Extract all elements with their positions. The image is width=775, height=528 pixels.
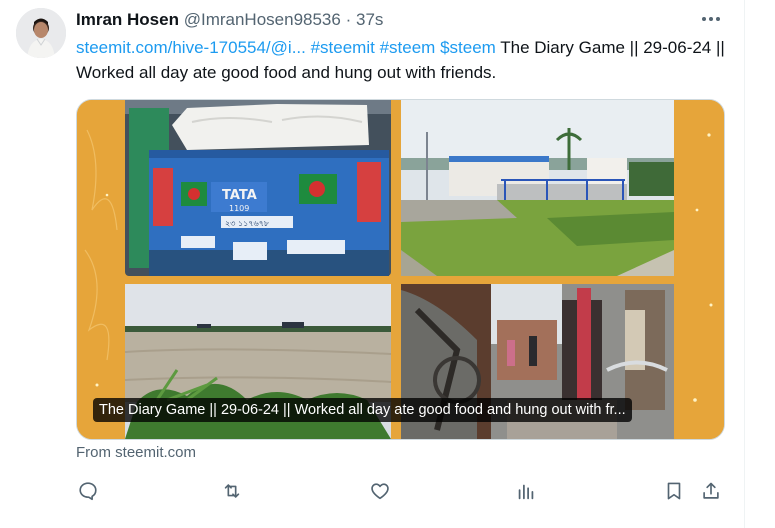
more-icon[interactable] [698,8,724,30]
tweet-link[interactable]: steemit.com/hive-170554/@i... [76,38,306,57]
retweet-icon[interactable] [221,480,245,504]
author-handle[interactable]: @ImranHosen98536 [184,10,341,29]
link-card[interactable]: TATA 1109 ২৩ ১১৭৬৭৮ The Diary Game || 29… [76,99,725,440]
share-icon[interactable] [700,480,724,504]
card-collage: TATA 1109 ২৩ ১১৭৬৭৮ [77,100,724,439]
hashtag-steem[interactable]: #steem [380,38,436,57]
truck-brand: TATA [222,188,257,203]
photo-truck: TATA 1109 ২৩ ১১৭৬৭৮ [125,100,391,276]
author-name[interactable]: Imran Hosen [76,10,179,29]
separator: · [345,10,352,29]
photo-field [401,100,674,276]
card-caption: The Diary Game || 29-06-24 || Worked all… [93,398,632,422]
reply-icon[interactable] [77,480,101,504]
tweet-text: steemit.com/hive-170554/@i... #steemit #… [76,35,726,85]
truck-model: 1109 [229,204,249,213]
cashtag-steem[interactable]: $steem [440,38,496,57]
bookmark-icon[interactable] [663,480,687,504]
hashtag-steemit[interactable]: #steemit [311,38,375,57]
views-icon[interactable] [515,480,539,504]
action-bar [0,478,744,508]
tweet-header: Imran Hosen @ImranHosen98536 · 37s [76,9,383,31]
tweet[interactable]: Imran Hosen @ImranHosen98536 · 37s steem… [0,0,745,528]
like-icon[interactable] [369,480,393,504]
avatar[interactable] [16,8,66,58]
timestamp[interactable]: 37s [356,10,383,29]
card-source[interactable]: From steemit.com [76,444,196,461]
truck-plate: ২৩ ১১৭৬৭৮ [225,219,270,228]
